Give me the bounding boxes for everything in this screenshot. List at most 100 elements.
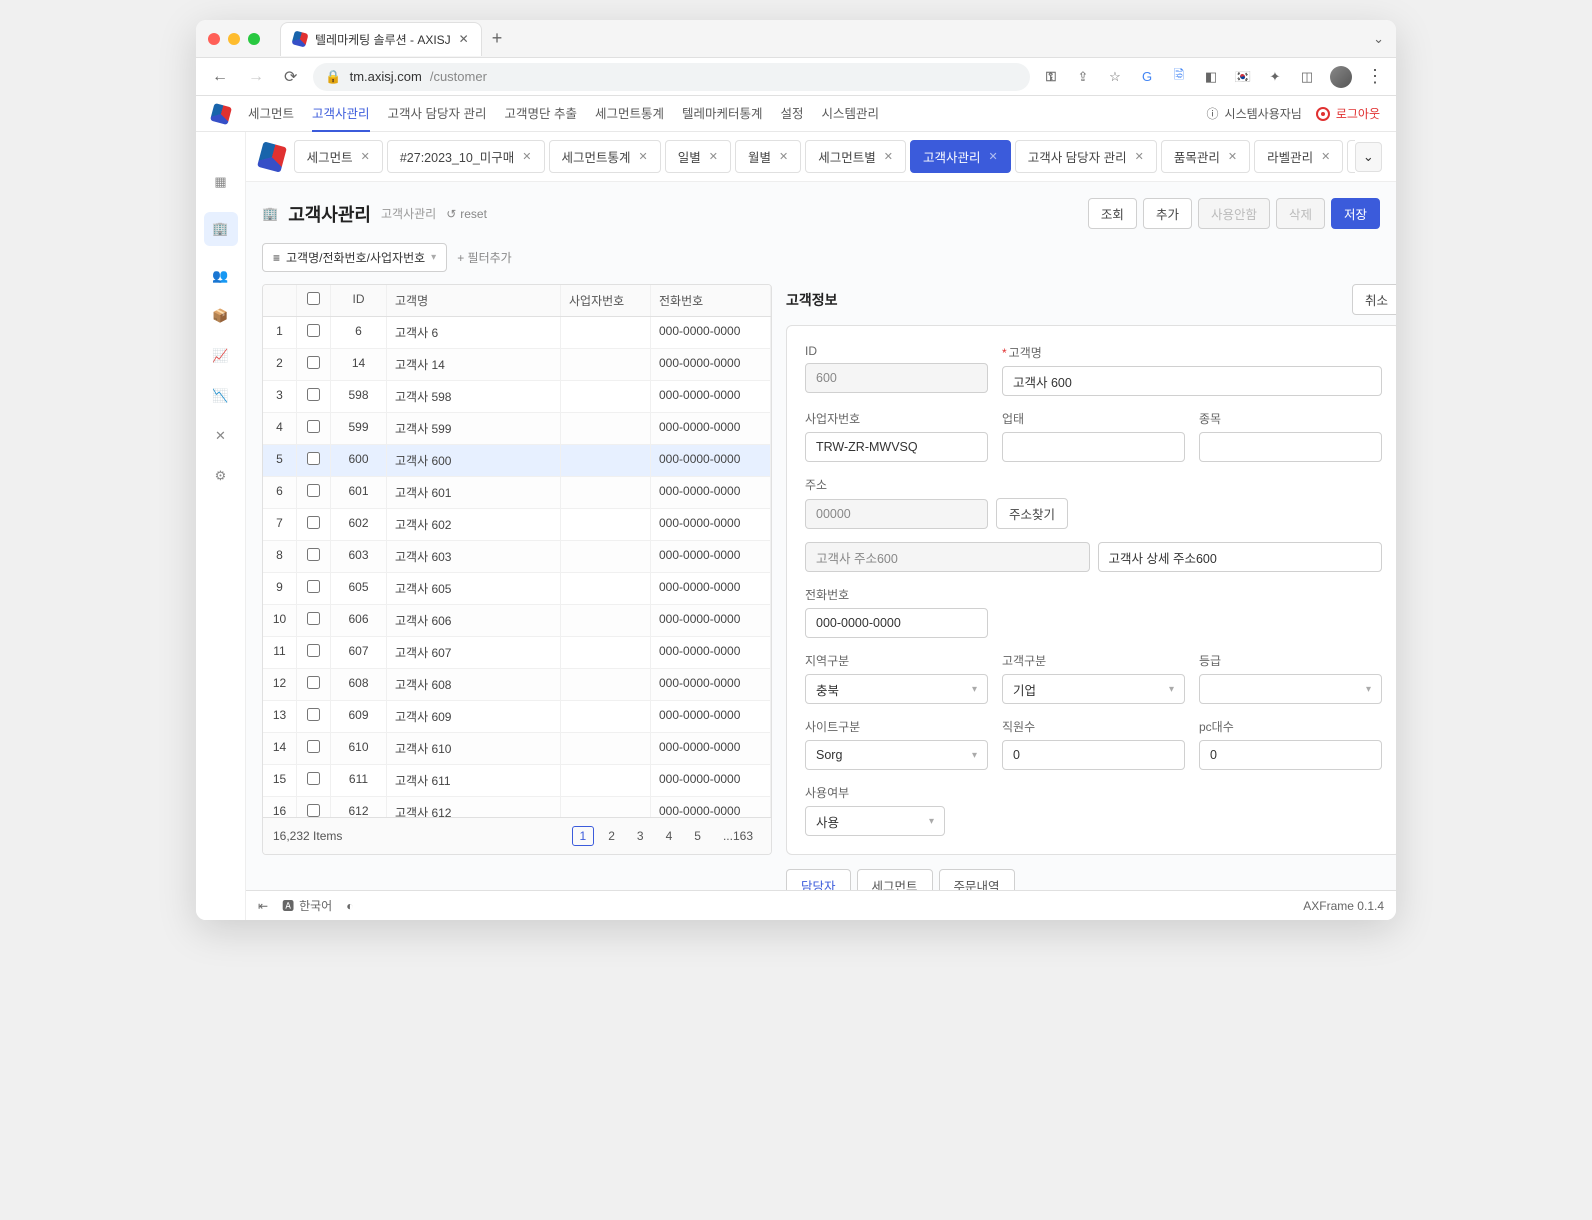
add-filter-button[interactable]: + 필터추가 (457, 249, 512, 266)
select-custtype[interactable]: 기업▾ (1002, 674, 1185, 704)
topnav-item[interactable]: 세그먼트통계 (595, 95, 664, 132)
reset-button[interactable]: ↺ reset (446, 207, 487, 221)
row-checkbox[interactable] (307, 452, 320, 465)
table-row[interactable]: 6601고객사 601000-0000-0000 (263, 477, 771, 509)
sidepanel-icon[interactable]: ◫ (1298, 68, 1316, 86)
close-icon[interactable]: ✕ (709, 150, 718, 163)
row-checkbox[interactable] (307, 356, 320, 369)
app-tab[interactable]: 세그먼트✕ (294, 140, 383, 173)
topnav-item[interactable]: 고객사 담당자 관리 (388, 95, 487, 132)
close-icon[interactable]: ✕ (1228, 150, 1237, 163)
kebab-menu-icon[interactable]: ⋮ (1366, 68, 1384, 86)
ext1-icon[interactable]: ◧ (1202, 68, 1220, 86)
translate-icon[interactable]: 🗟 (1170, 68, 1188, 86)
rail-tools-icon[interactable]: ✕ (211, 426, 231, 446)
search-button[interactable]: 조회 (1088, 198, 1137, 229)
close-icon[interactable]: ✕ (1135, 150, 1144, 163)
table-row[interactable]: 15611고객사 611000-0000-0000 (263, 765, 771, 797)
password-icon[interactable]: ⚿ (1042, 68, 1060, 86)
table-row[interactable]: 14610고객사 610000-0000-0000 (263, 733, 771, 765)
window-minimize-icon[interactable] (228, 33, 240, 45)
input-name[interactable] (1002, 366, 1382, 396)
cancel-button[interactable]: 취소 (1352, 284, 1396, 315)
topnav-item[interactable]: 고객사관리 (312, 95, 370, 132)
window-close-icon[interactable] (208, 33, 220, 45)
sub-tab[interactable]: 주문내역 (939, 869, 1015, 890)
rail-chart1-icon[interactable]: 📈 (211, 346, 231, 366)
theme-toggle-icon[interactable]: ◐ (346, 899, 353, 913)
row-checkbox[interactable] (307, 420, 320, 433)
row-checkbox[interactable] (307, 516, 320, 529)
extensions-icon[interactable]: ✦ (1266, 68, 1284, 86)
table-row[interactable]: 16612고객사 612000-0000-0000 (263, 797, 771, 817)
table-row[interactable]: 3598고객사 598000-0000-0000 (263, 381, 771, 413)
rail-package-icon[interactable]: 📦 (211, 306, 231, 326)
rail-customer-icon[interactable]: 🏢 (204, 212, 238, 246)
row-checkbox[interactable] (307, 324, 320, 337)
row-checkbox[interactable] (307, 548, 320, 561)
reload-button[interactable]: ⟳ (280, 63, 301, 91)
close-icon[interactable]: ✕ (639, 150, 648, 163)
delete-button[interactable]: 삭제 (1276, 198, 1325, 229)
app-tab[interactable]: 세그먼트통계✕ (549, 140, 661, 173)
app-tabs-more-button[interactable]: ⌄ (1355, 142, 1382, 172)
page-button[interactable]: 5 (686, 826, 709, 846)
table-row[interactable]: 8603고객사 603000-0000-0000 (263, 541, 771, 573)
input-phone[interactable] (805, 608, 988, 638)
new-tab-button[interactable]: + (492, 28, 503, 49)
lang-switcher[interactable]: 🅰 한국어 (282, 897, 332, 914)
input-bizno[interactable] (805, 432, 988, 462)
grid-header-phone[interactable]: 전화번호 (651, 285, 771, 316)
close-icon[interactable]: ✕ (522, 150, 531, 163)
row-checkbox[interactable] (307, 740, 320, 753)
close-icon[interactable]: ✕ (361, 150, 370, 163)
close-icon[interactable]: ✕ (988, 150, 997, 163)
app-tab[interactable]: 세그먼트별✕ (805, 140, 906, 173)
sidebar-toggle-icon[interactable]: ⇤ (258, 899, 268, 913)
filter-chip[interactable]: ≡ 고객명/전화번호/사업자번호 ▾ (262, 243, 447, 272)
flag-kr-icon[interactable]: 🇰🇷 (1234, 68, 1252, 86)
close-icon[interactable]: ✕ (1321, 150, 1330, 163)
row-checkbox[interactable] (307, 580, 320, 593)
window-maximize-icon[interactable] (248, 33, 260, 45)
row-checkbox[interactable] (307, 644, 320, 657)
grid-header-name[interactable]: 고객명 (387, 285, 561, 316)
input-biztype[interactable] (1002, 432, 1185, 462)
addr-search-button[interactable]: 주소찾기 (996, 498, 1068, 529)
browser-tab[interactable]: 텔레마케팅 솔루션 - AXISJ ✕ (280, 22, 482, 56)
input-bizitem[interactable] (1199, 432, 1382, 462)
app-tab[interactable]: 고객사관리✕ (910, 140, 1011, 173)
input-empcount[interactable] (1002, 740, 1185, 770)
topnav-item[interactable]: 세그먼트 (248, 95, 294, 132)
share-icon[interactable]: ⇪ (1074, 68, 1092, 86)
table-row[interactable]: 12608고객사 608000-0000-0000 (263, 669, 771, 701)
app-tab[interactable]: #27:2023_10_미구매✕ (387, 140, 545, 173)
rail-dashboard-icon[interactable]: ▦ (211, 172, 231, 192)
table-row[interactable]: 5600고객사 600000-0000-0000 (263, 445, 771, 477)
app-logo-icon[interactable] (210, 102, 232, 124)
tab-close-icon[interactable]: ✕ (459, 32, 469, 46)
logout-button[interactable]: 로그아웃 (1316, 105, 1380, 122)
tabs-dropdown-icon[interactable]: ⌄ (1373, 31, 1384, 47)
table-row[interactable]: 9605고객사 605000-0000-0000 (263, 573, 771, 605)
rail-settings-icon[interactable]: ⚙ (211, 466, 231, 486)
approve-button[interactable]: 사용안함 (1198, 198, 1270, 229)
user-chip[interactable]: ⓘ 시스템사용자님 (1207, 105, 1302, 122)
page-button[interactable]: 1 (572, 826, 595, 846)
select-sitetype[interactable]: Sorg▾ (805, 740, 988, 770)
table-row[interactable]: 16고객사 6000-0000-0000 (263, 317, 771, 349)
close-icon[interactable]: ✕ (884, 150, 893, 163)
table-row[interactable]: 7602고객사 602000-0000-0000 (263, 509, 771, 541)
google-icon[interactable]: G (1138, 68, 1156, 86)
app-tab[interactable]: TM 문구관리✕ (1347, 140, 1354, 173)
rail-contact-icon[interactable]: 👥 (211, 266, 231, 286)
select-region[interactable]: 충북▾ (805, 674, 988, 704)
row-checkbox[interactable] (307, 388, 320, 401)
sub-tab[interactable]: 담당자 (786, 869, 851, 890)
row-checkbox[interactable] (307, 612, 320, 625)
topnav-item[interactable]: 시스템관리 (822, 95, 880, 132)
row-checkbox[interactable] (307, 484, 320, 497)
row-checkbox[interactable] (307, 804, 320, 817)
rail-chart2-icon[interactable]: 📉 (211, 386, 231, 406)
grid-header-checkbox[interactable] (297, 285, 331, 316)
